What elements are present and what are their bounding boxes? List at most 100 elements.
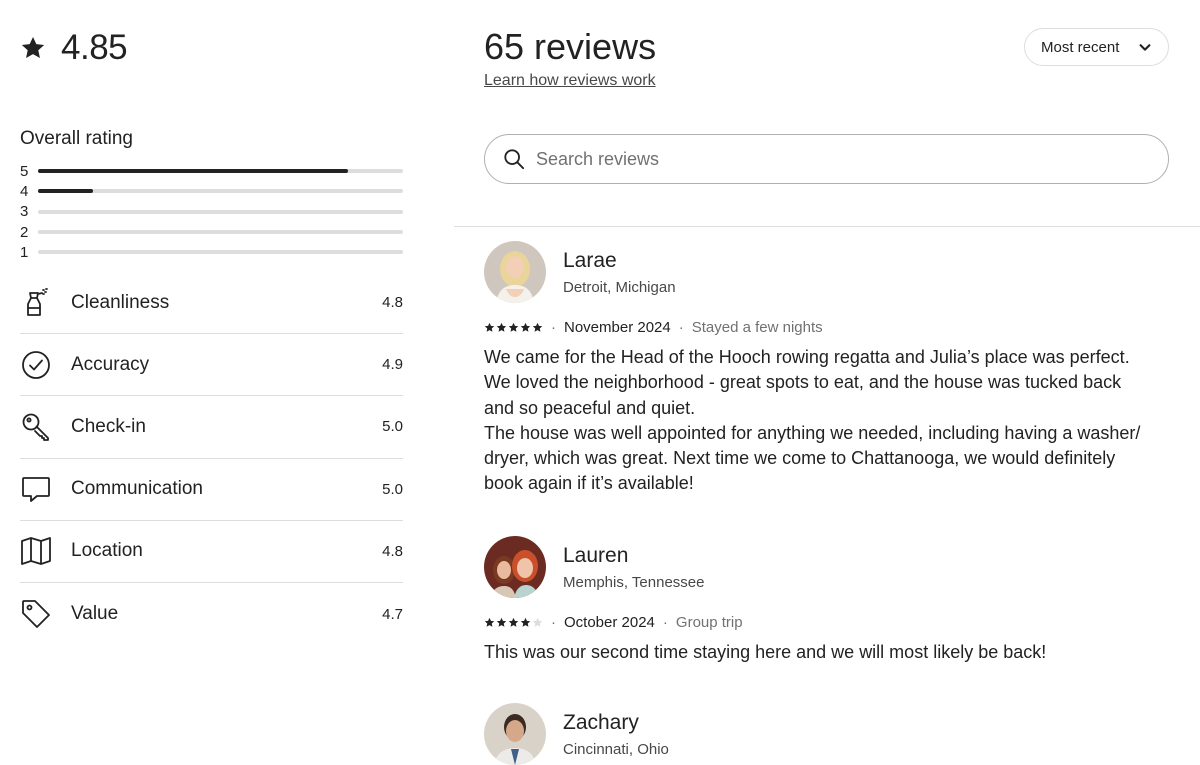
category-name: Accuracy <box>71 353 150 375</box>
review-date: November 2024 <box>564 319 671 336</box>
separator-dot: · <box>551 319 556 336</box>
search-input[interactable] <box>536 148 1150 170</box>
distribution-fill <box>38 169 349 174</box>
reviewer-location: Detroit, Michigan <box>563 278 676 296</box>
chevron-down-icon <box>1139 44 1151 51</box>
distribution-bar <box>38 230 403 235</box>
review-text: We came for the Head of the Hooch rowing… <box>484 345 1174 497</box>
review-text-line: We loved the neighborhood - great spots … <box>484 372 1122 393</box>
reviewer-location: Cincinnati, Ohio <box>563 740 669 758</box>
reviewer-name: Larae <box>563 248 617 272</box>
distribution-label: 4 <box>20 182 29 200</box>
chat-bubble-icon <box>20 473 52 505</box>
reviewer-info: Zachary Cincinnati, Ohio <box>563 711 669 758</box>
category-ratings: Cleanliness 4.8 Accuracy 4.9 Check-in 5.… <box>20 272 403 645</box>
overall-score-value: 4.85 <box>61 28 128 67</box>
category-value: 4.9 <box>382 356 403 374</box>
review-text-line: dryer, which was great. Next time we com… <box>484 448 1116 469</box>
category-location: Location 4.8 <box>20 521 403 583</box>
review-text-line: We came for the Head of the Hooch rowing… <box>484 347 1130 367</box>
star-icon <box>484 322 495 332</box>
distribution-label: 5 <box>20 162 29 180</box>
distribution-row-5: 5 <box>20 161 403 181</box>
distribution-label: 1 <box>20 243 29 261</box>
star-icon <box>532 322 543 332</box>
category-name: Communication <box>71 478 203 500</box>
overall-rating-heading: Overall rating <box>20 128 133 149</box>
star-icon <box>21 36 45 58</box>
review-item: Larae Detroit, Michigan · November 2024 … <box>484 241 1174 497</box>
star-rating <box>484 322 543 333</box>
category-value: 5.0 <box>382 480 403 498</box>
sort-dropdown[interactable]: Most recent <box>1024 28 1169 66</box>
distribution-fill <box>38 189 93 194</box>
star-icon <box>484 617 495 627</box>
reviewer-header: Lauren Memphis, Tennessee <box>484 536 1174 598</box>
review-meta: · November 2024 · Stayed a few nights <box>484 319 1174 336</box>
overall-score: 4.85 <box>20 28 128 68</box>
learn-how-reviews-work-link[interactable]: Learn how reviews work <box>484 72 656 90</box>
category-accuracy: Accuracy 4.9 <box>20 334 403 397</box>
check-circle-icon <box>20 349 52 381</box>
review-text: This was our second time staying here an… <box>484 640 1174 665</box>
distribution-label: 3 <box>20 203 29 221</box>
star-icon <box>496 617 507 627</box>
stay-type: Group trip <box>675 614 743 631</box>
distribution-label: 2 <box>20 223 29 241</box>
avatar[interactable] <box>484 241 546 303</box>
separator-dot: · <box>551 614 556 631</box>
review-item: Zachary Cincinnati, Ohio <box>484 703 1174 765</box>
review-item: Lauren Memphis, Tennessee · October 2024… <box>484 536 1174 665</box>
tag-icon <box>20 598 52 630</box>
category-value: 5.0 <box>382 418 403 436</box>
distribution-row-1: 1 <box>20 242 403 262</box>
distribution-bar <box>38 189 403 194</box>
stay-type: Stayed a few nights <box>691 319 823 336</box>
avatar[interactable] <box>484 703 546 765</box>
reviewer-location: Memphis, Tennessee <box>563 573 705 591</box>
category-communication: Communication 5.0 <box>20 459 403 521</box>
avatar[interactable] <box>484 536 546 598</box>
review-meta: · October 2024 · Group trip <box>484 614 1174 631</box>
category-cleanliness: Cleanliness 4.8 <box>20 272 403 335</box>
map-icon <box>20 535 52 567</box>
reviewer-header: Larae Detroit, Michigan <box>484 241 1174 303</box>
category-value: Value 4.7 <box>20 583 403 645</box>
review-text-line: The house was well appointed for anythin… <box>484 422 1141 443</box>
divider <box>454 226 1200 227</box>
star-icon <box>532 617 543 627</box>
category-value: 4.8 <box>382 294 403 312</box>
distribution-bar <box>38 250 403 255</box>
star-icon <box>508 617 519 627</box>
key-icon <box>20 411 52 443</box>
star-icon <box>496 322 507 332</box>
sort-label: Most recent <box>1041 38 1120 56</box>
review-count: 65 reviews <box>484 26 657 67</box>
distribution-row-2: 2 <box>20 222 403 242</box>
category-check-in: Check-in 5.0 <box>20 396 403 459</box>
distribution-bar <box>38 169 403 174</box>
category-name: Location <box>71 540 143 562</box>
reviewer-name: Lauren <box>563 543 629 567</box>
review-date: October 2024 <box>564 614 655 631</box>
spray-bottle-icon <box>20 287 52 319</box>
reviews-panel: 65 reviews Learn how reviews work Most r… <box>454 0 1200 765</box>
star-rating <box>484 617 543 628</box>
rating-distribution: 5 4 3 2 1 <box>20 161 403 262</box>
category-name: Value <box>71 603 119 625</box>
review-text-line: book again if it’s available! <box>484 473 694 494</box>
search-box <box>484 134 1169 184</box>
reviewer-name: Zachary <box>563 710 639 734</box>
search-icon <box>504 149 525 170</box>
category-name: Cleanliness <box>71 291 170 313</box>
separator-dot: · <box>678 319 684 336</box>
separator-dot: · <box>662 614 668 631</box>
distribution-row-4: 4 <box>20 181 403 201</box>
reviewer-info: Larae Detroit, Michigan <box>563 249 676 296</box>
star-icon <box>520 322 531 332</box>
reviewer-info: Lauren Memphis, Tennessee <box>563 544 704 591</box>
star-icon <box>520 617 531 627</box>
category-value: 4.8 <box>382 542 403 560</box>
distribution-row-3: 3 <box>20 202 403 222</box>
reviewer-header: Zachary Cincinnati, Ohio <box>484 703 1174 765</box>
